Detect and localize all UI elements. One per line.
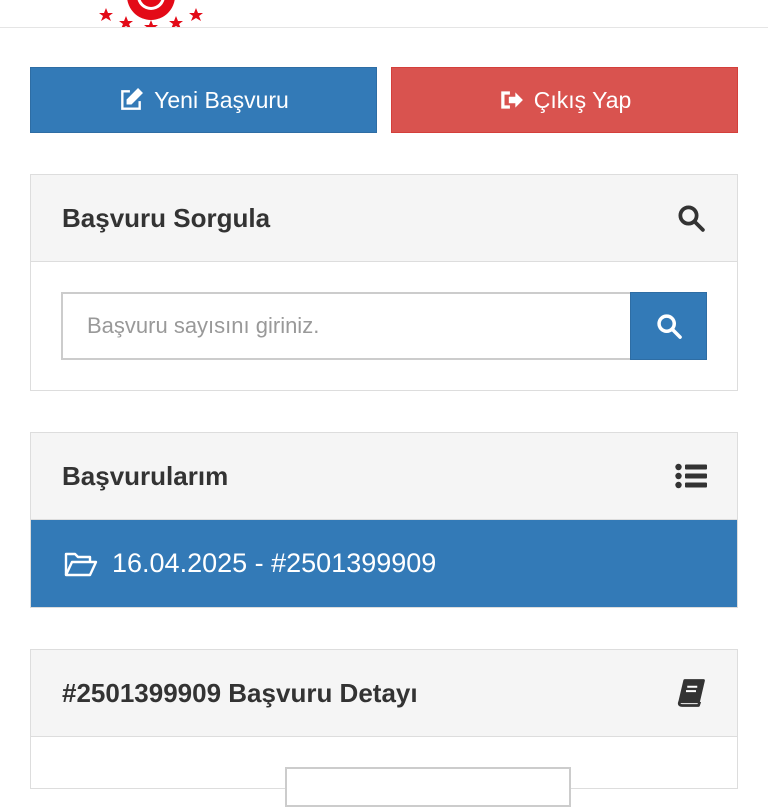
detail-field[interactable] [285, 767, 571, 807]
edit-icon [121, 88, 144, 110]
book-icon [675, 677, 707, 709]
logout-label: Çıkış Yap [533, 86, 632, 113]
detail-panel-heading: #2501399909 Başvuru Detayı [31, 650, 737, 737]
search-icon [675, 202, 707, 234]
search-row [61, 292, 707, 360]
search-button[interactable] [630, 292, 707, 360]
applications-panel-title: Başvurularım [62, 460, 229, 491]
applications-panel: Başvurularım 16.04.2025 - #2501399909 [30, 432, 738, 608]
detail-panel-title: #2501399909 Başvuru Detayı [62, 677, 418, 708]
new-application-label: Yeni Başvuru [154, 86, 289, 113]
logout-button[interactable]: Çıkış Yap [391, 67, 738, 133]
query-panel-title: Başvuru Sorgula [62, 202, 271, 233]
applications-panel-heading: Başvurularım [31, 433, 737, 520]
application-list-item[interactable]: 16.04.2025 - #2501399909 [31, 520, 737, 607]
application-number-input[interactable] [61, 292, 630, 360]
application-list-item-label: 16.04.2025 - #2501399909 [112, 548, 437, 578]
top-bar [0, 0, 768, 28]
emblem-logo [99, 0, 203, 27]
query-panel: Başvuru Sorgula [30, 174, 738, 391]
search-icon [656, 314, 682, 339]
folder-open-icon [64, 552, 98, 576]
sign-out-icon [500, 91, 523, 109]
list-icon [675, 460, 707, 492]
new-application-button[interactable]: Yeni Başvuru [30, 67, 377, 133]
query-panel-heading: Başvuru Sorgula [31, 175, 737, 262]
detail-panel: #2501399909 Başvuru Detayı [30, 649, 738, 807]
